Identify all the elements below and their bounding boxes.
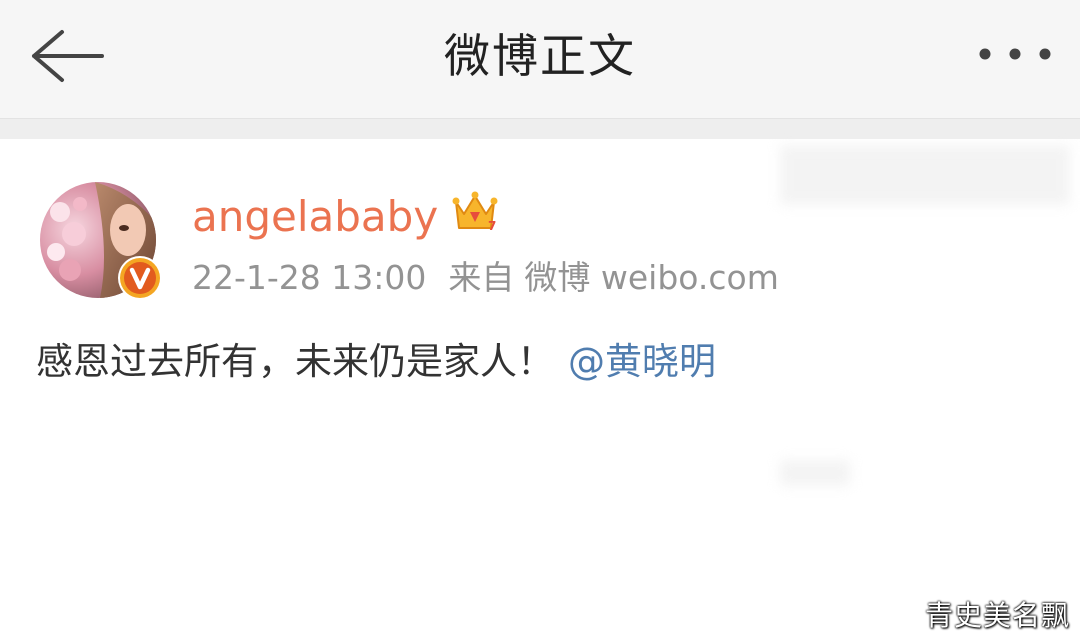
source-prefix: 来自: [448, 258, 515, 297]
background-smudge: [780, 145, 1070, 205]
top-navigation-bar: 微博正文: [0, 0, 1080, 119]
post-meta: 22-1-28 13:00 来自 微博 weibo.com: [192, 254, 801, 302]
watermark: 青史美名飘: [924, 599, 1070, 632]
weibo-post-page: 微博正文 angelababy 7 22-1-28 13:00 来自 微博 we…: [0, 0, 1080, 644]
mention-link[interactable]: @黄晓明: [568, 340, 716, 383]
svg-text:7: 7: [488, 219, 496, 233]
verified-badge: [118, 256, 162, 300]
page-title: 微博正文: [444, 29, 636, 83]
verified-v-icon: [120, 258, 160, 298]
section-divider: [0, 119, 1080, 139]
more-options-button[interactable]: [972, 34, 1058, 74]
more-horizontal-icon: [979, 48, 1051, 60]
post-text: 感恩过去所有，未来仍是家人！: [36, 340, 554, 383]
post-source[interactable]: 微博 weibo.com: [524, 258, 778, 297]
username[interactable]: angelababy: [192, 190, 438, 244]
post-timestamp: 22-1-28 13:00: [192, 258, 427, 297]
post-content: 感恩过去所有，未来仍是家人！ @黄晓明: [36, 334, 716, 390]
background-smudge: [780, 460, 850, 486]
crown-icon[interactable]: 7: [452, 190, 498, 234]
